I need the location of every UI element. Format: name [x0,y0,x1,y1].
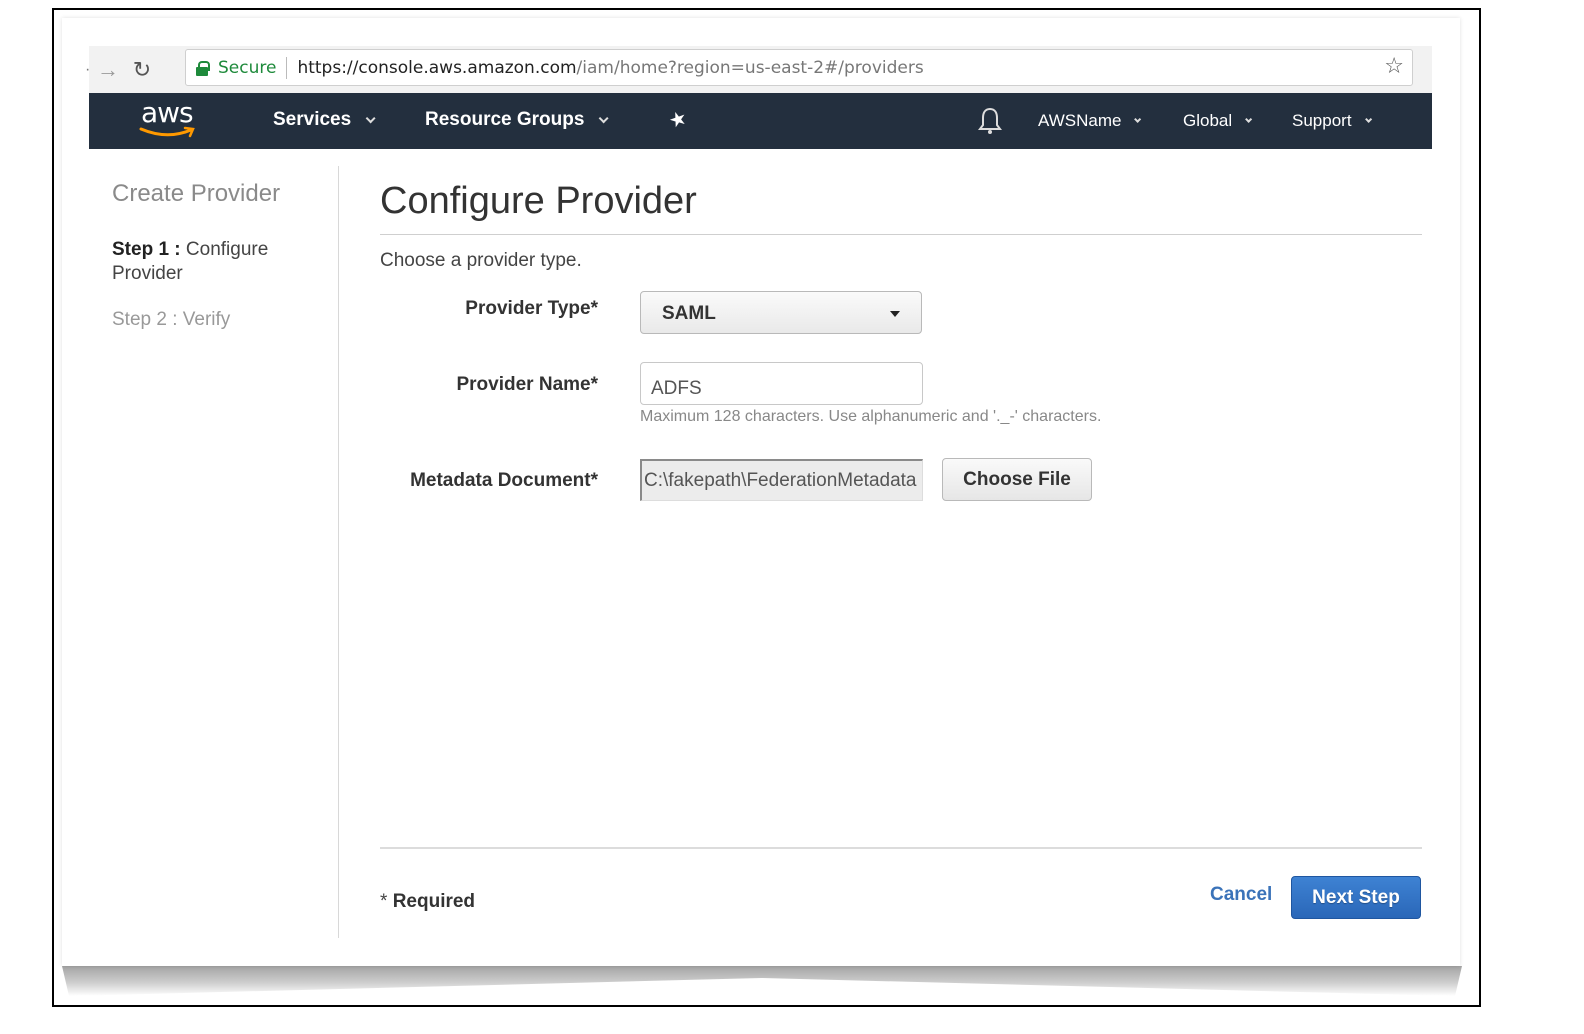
aws-smile-icon [139,126,195,138]
step-prefix: Step 2 : [112,309,178,330]
back-button[interactable]: · [85,61,93,79]
services-label: Services [273,109,352,130]
browser-toolbar: · → ↻ Secure https://console.aws.amazon.… [85,46,1432,93]
secure-label: Secure [218,57,277,78]
lock-icon [196,60,210,76]
provider-name-hint: Maximum 128 characters. Use alphanumeric… [640,408,1102,425]
address-bar[interactable]: Secure https://console.aws.amazon.com /i… [185,49,1413,86]
region-menu[interactable]: Global [1183,111,1253,131]
pin-icon[interactable]: ★ [665,105,690,135]
sidebar-step-configure[interactable]: Step 1 : Configure Provider [112,238,332,286]
cancel-button[interactable]: Cancel [1210,884,1272,906]
provider-type-select[interactable]: SAML [640,291,922,334]
chevron-down-icon [599,112,610,123]
intro-text: Choose a provider type. [380,250,582,271]
forward-button[interactable]: → [93,57,123,83]
metadata-file-path[interactable]: C:\fakepath\FederationMetadata [640,459,923,501]
bell-icon[interactable] [977,106,1003,136]
region-label: Global [1183,111,1233,130]
services-menu[interactable]: Services [273,109,376,131]
title-divider [380,234,1422,235]
main-content: Configure Provider Choose a provider typ… [380,180,1422,501]
aws-logo-text: aws [141,96,194,129]
bookmark-star-icon[interactable]: ☆ [1384,54,1404,79]
chevron-down-icon [1134,115,1142,123]
page-title: Configure Provider [380,180,697,222]
url-host: https://console.aws.amazon.com [297,57,577,78]
required-note: * Required [380,891,475,913]
chevron-down-icon [1245,115,1253,123]
metadata-document-label: Metadata Document* [410,470,598,491]
url-path: /iam/home?region=us-east-2#/providers [576,57,924,78]
reload-button[interactable]: ↻ [127,57,157,83]
sidebar-title: Create Provider [112,180,281,207]
step-prefix: Step 1 : [112,239,181,260]
required-star: * [380,891,388,912]
account-label: AWSName [1038,111,1122,130]
support-menu[interactable]: Support [1292,111,1372,131]
required-label: Required [392,891,476,912]
choose-file-button[interactable]: Choose File [942,458,1092,501]
step-label: Verify [182,309,231,330]
chevron-down-icon [365,112,376,123]
caret-down-icon [890,311,900,317]
next-step-button[interactable]: Next Step [1291,876,1421,919]
aws-top-nav: aws Services Resource Groups ★ AWSName G… [89,93,1432,149]
provider-name-label: Provider Name* [456,374,598,395]
provider-type-value: SAML [662,303,716,324]
resource-groups-label: Resource Groups [425,109,585,130]
account-menu[interactable]: AWSName [1038,111,1142,131]
provider-type-label: Provider Type* [465,298,598,319]
chevron-down-icon [1364,115,1372,123]
aws-logo[interactable]: aws [139,96,199,142]
url-separator [286,56,288,79]
footer-divider [380,847,1422,849]
sidebar-step-verify[interactable]: Step 2 : Verify [112,308,332,332]
sidebar-divider [338,166,339,938]
wizard-sidebar: Create Provider Step 1 : Configure Provi… [112,180,332,332]
support-label: Support [1292,111,1352,130]
provider-name-input[interactable] [640,362,923,405]
resource-groups-menu[interactable]: Resource Groups [425,109,610,131]
